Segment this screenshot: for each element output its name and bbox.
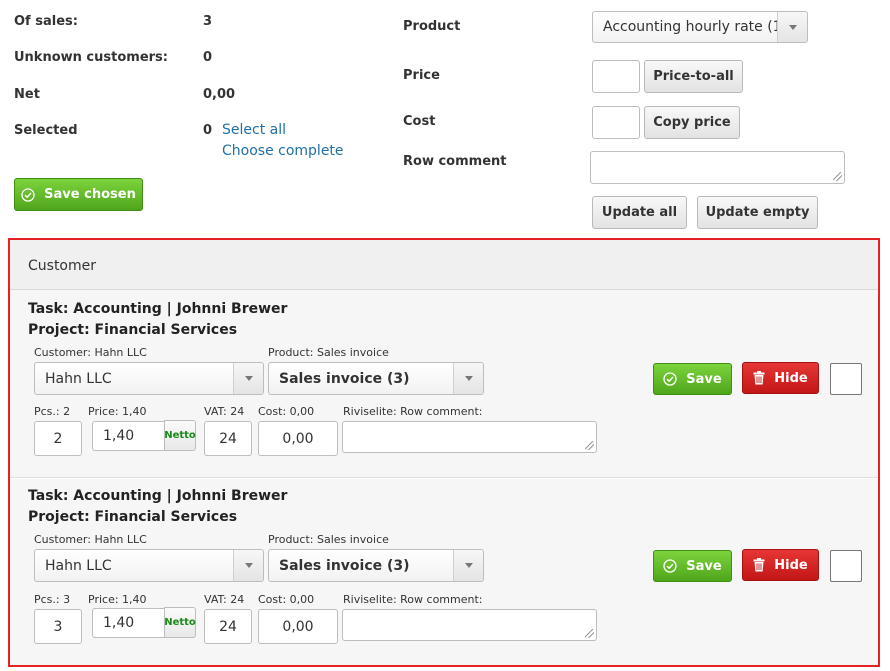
trash-icon [753, 371, 765, 385]
row-product-value: Sales invoice (3) [279, 370, 410, 387]
of-sales-value: 3 [203, 14, 213, 29]
row-save-label: Save [686, 558, 722, 574]
invoice-row: Task: Accounting | Johnni Brewer Project… [10, 479, 878, 665]
row-netto-toggle[interactable]: Netto [164, 607, 196, 638]
unknown-customers-value: 0 [203, 50, 213, 65]
row-hide-label: Hide [774, 557, 808, 573]
row-task: Task: Accounting | Johnni Brewer [28, 488, 288, 504]
row-project: Project: Financial Services [28, 322, 238, 338]
product-select-value: Accounting hourly rate (1) [603, 19, 788, 35]
chevron-down-icon [453, 550, 483, 581]
update-empty-button[interactable]: Update empty [697, 196, 818, 229]
selected-label: Selected [14, 123, 78, 138]
save-chosen-button[interactable]: Save chosen [14, 178, 143, 211]
row-price-caption: Price: 1,40 [88, 405, 147, 418]
row-pcs-input[interactable]: 3 [34, 609, 82, 644]
row-save-button[interactable]: Save [653, 363, 732, 395]
panel-header-title: Customer [28, 258, 97, 274]
row-customer-select[interactable]: Hahn LLC [34, 549, 264, 582]
net-value: 0,00 [203, 87, 236, 102]
row-comment-textarea[interactable] [590, 151, 845, 184]
row-customer-caption: Customer: Hahn LLC [34, 533, 147, 546]
row-select-checkbox[interactable] [830, 363, 862, 395]
row-price-input[interactable]: 1,40 [92, 421, 166, 451]
row-project: Project: Financial Services [28, 509, 238, 525]
row-vat-input[interactable]: 24 [204, 609, 252, 644]
row-product-caption: Product: Sales invoice [268, 533, 389, 546]
row-cost-input[interactable]: 0,00 [258, 421, 338, 456]
check-circle-icon [21, 187, 35, 202]
row-customer-value: Hahn LLC [45, 370, 112, 387]
customer-panel: Customer Task: Accounting | Johnni Brewe… [8, 238, 880, 667]
chevron-down-icon [453, 363, 483, 394]
price-to-all-button[interactable]: Price-to-all [644, 60, 743, 93]
net-label: Net [14, 87, 40, 102]
row-product-caption: Product: Sales invoice [268, 346, 389, 359]
chevron-down-icon [777, 12, 807, 42]
cost-input[interactable] [592, 106, 640, 139]
panel-header: Customer [10, 240, 878, 290]
row-hide-label: Hide [774, 370, 808, 386]
update-all-button[interactable]: Update all [592, 196, 687, 229]
row-vat-caption: VAT: 24 [204, 405, 245, 418]
row-price-input[interactable]: 1,40 [92, 608, 166, 638]
cost-label: Cost [403, 114, 436, 129]
product-label: Product [403, 19, 461, 34]
row-cost-caption: Cost: 0,00 [258, 405, 315, 418]
row-product-select[interactable]: Sales invoice (3) [268, 362, 484, 395]
row-comment-caption: Riviselite: Row comment: [343, 593, 483, 606]
row-cost-input[interactable]: 0,00 [258, 609, 338, 644]
row-pcs-caption: Pcs.: 3 [34, 593, 71, 606]
row-comment-textarea[interactable] [342, 421, 597, 453]
product-select[interactable]: Accounting hourly rate (1) [592, 11, 808, 43]
selected-value: 0 [203, 123, 213, 138]
of-sales-label: Of sales: [14, 14, 78, 29]
row-hide-button[interactable]: Hide [742, 549, 819, 581]
chevron-down-icon [233, 550, 263, 581]
row-netto-toggle[interactable]: Netto [164, 420, 196, 451]
row-comment-textarea[interactable] [342, 609, 597, 641]
row-product-select[interactable]: Sales invoice (3) [268, 549, 484, 582]
row-save-button[interactable]: Save [653, 550, 732, 582]
row-comment-label: Row comment [403, 154, 507, 169]
row-vat-input[interactable]: 24 [204, 421, 252, 456]
row-comment-caption: Riviselite: Row comment: [343, 405, 483, 418]
chevron-down-icon [233, 363, 263, 394]
select-all-link[interactable]: Select all [222, 122, 286, 138]
row-pcs-input[interactable]: 2 [34, 421, 82, 456]
row-customer-value: Hahn LLC [45, 557, 112, 574]
copy-price-button[interactable]: Copy price [644, 106, 740, 139]
price-input[interactable] [592, 60, 640, 93]
row-task: Task: Accounting | Johnni Brewer [28, 301, 288, 317]
row-product-value: Sales invoice (3) [279, 557, 410, 574]
price-label: Price [403, 68, 440, 83]
row-customer-caption: Customer: Hahn LLC [34, 346, 147, 359]
trash-icon [753, 558, 765, 572]
row-pcs-caption: Pcs.: 2 [34, 405, 71, 418]
row-hide-button[interactable]: Hide [742, 362, 819, 394]
check-circle-icon [663, 559, 677, 573]
save-chosen-label: Save chosen [44, 187, 136, 202]
row-price-caption: Price: 1,40 [88, 593, 147, 606]
row-vat-caption: VAT: 24 [204, 593, 245, 606]
row-select-checkbox[interactable] [830, 550, 862, 582]
row-save-label: Save [686, 371, 722, 387]
unknown-customers-label: Unknown customers: [14, 50, 168, 65]
check-circle-icon [663, 372, 677, 386]
row-customer-select[interactable]: Hahn LLC [34, 362, 264, 395]
row-cost-caption: Cost: 0,00 [258, 593, 315, 606]
choose-complete-link[interactable]: Choose complete [222, 143, 344, 159]
invoice-row: Task: Accounting | Johnni Brewer Project… [10, 290, 878, 478]
